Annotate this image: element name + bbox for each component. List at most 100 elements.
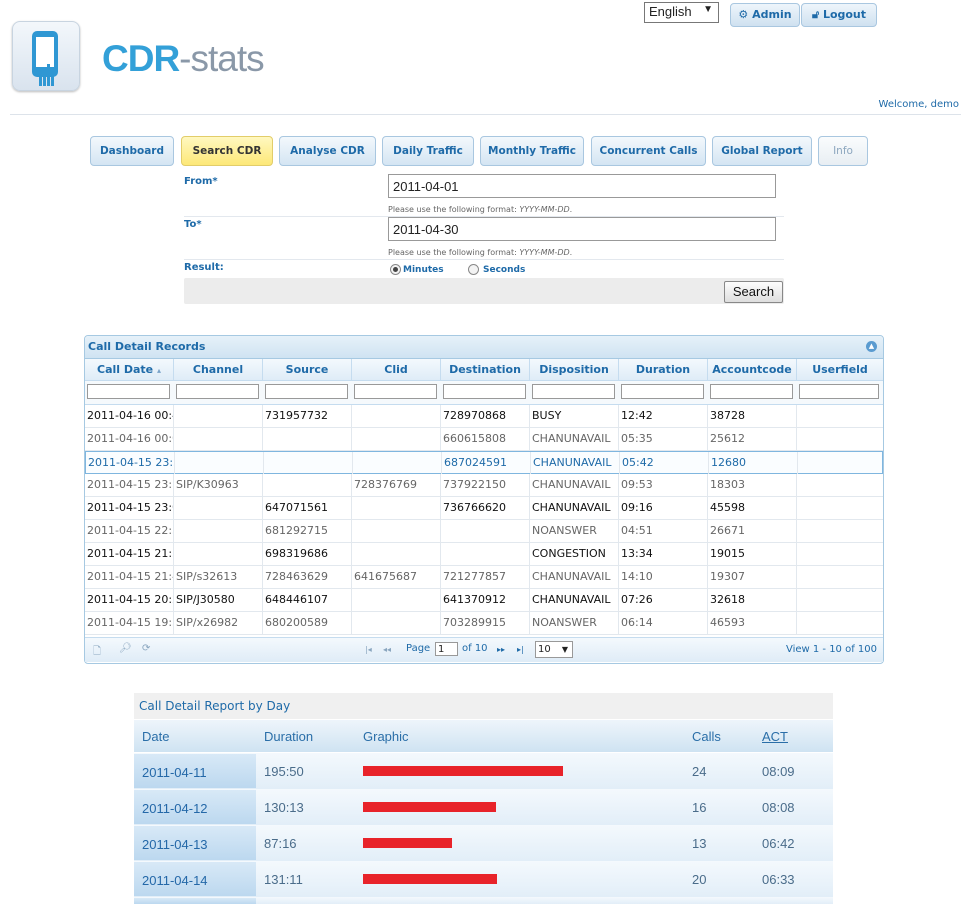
grid-header: Call Date ▴ Channel Source Clid Destinat… bbox=[85, 359, 883, 381]
col-userfield[interactable]: Userfield bbox=[797, 359, 883, 380]
tab-monthly-traffic[interactable]: Monthly Traffic bbox=[480, 136, 584, 166]
form-divider bbox=[184, 259, 784, 260]
cell-channel bbox=[174, 543, 263, 565]
cell-channel bbox=[174, 497, 263, 519]
cell-call-date: 2011-04-16 00:43 bbox=[85, 405, 174, 427]
cell-call-date: 2011-04-16 00:02 bbox=[85, 428, 174, 450]
page-of-label: of 10 bbox=[462, 643, 488, 654]
language-select[interactable]: English ▼ bbox=[644, 2, 719, 23]
report-date-cell bbox=[134, 898, 256, 904]
radio-seconds[interactable] bbox=[468, 264, 479, 275]
from-date-input[interactable]: 2011-04-01 bbox=[388, 174, 776, 198]
table-row[interactable]: 2011-04-15 21:40SIP/s3261372846362964167… bbox=[85, 566, 883, 589]
result-label: Result: bbox=[184, 262, 224, 273]
cell-disposition: NOANSWER bbox=[530, 612, 619, 634]
cell-source: 731957732 bbox=[263, 405, 352, 427]
cell-duration: 09:16 bbox=[619, 497, 708, 519]
col-source[interactable]: Source bbox=[263, 359, 352, 380]
table-row[interactable]: 2011-04-16 00:02 660615808CHANUNAVAIL05:3… bbox=[85, 428, 883, 451]
tab-info[interactable]: Info bbox=[818, 136, 868, 166]
col-accountcode[interactable]: Accountcode bbox=[708, 359, 797, 380]
cell-call-date: 2011-04-15 20:23 bbox=[85, 589, 174, 611]
cell-accountcode: 46593 bbox=[708, 612, 797, 634]
table-row[interactable]: 2011-04-15 23:11SIP/K30963 72837676973792… bbox=[85, 474, 883, 497]
cell-duration: 07:26 bbox=[619, 589, 708, 611]
report-col-date: Date bbox=[142, 729, 170, 744]
report-duration: 87:16 bbox=[264, 836, 297, 851]
tab-concurrent-calls[interactable]: Concurrent Calls bbox=[591, 136, 706, 166]
to-hint: Please use the following format: YYYY-MM… bbox=[388, 248, 573, 257]
cell-accountcode: 45598 bbox=[708, 497, 797, 519]
prev-page-icon[interactable]: ◂◂ bbox=[383, 645, 391, 654]
report-duration: 195:50 bbox=[264, 764, 304, 779]
page-size-select[interactable]: 10 ▼ bbox=[535, 641, 573, 658]
cell-duration: 13:34 bbox=[619, 543, 708, 565]
next-page-icon[interactable]: ▸▸ bbox=[497, 645, 505, 654]
col-duration[interactable]: Duration bbox=[619, 359, 708, 380]
tab-daily-traffic[interactable]: Daily Traffic bbox=[382, 136, 474, 166]
last-page-icon[interactable]: ▸| bbox=[517, 645, 524, 654]
table-row[interactable]: 2011-04-15 23:05 647071561 736766620CHANUN… bbox=[85, 497, 883, 520]
first-page-icon[interactable]: |◂ bbox=[365, 645, 372, 654]
filter-source[interactable] bbox=[265, 384, 348, 399]
filter-clid[interactable] bbox=[354, 384, 437, 399]
logout-button[interactable]: 🔓︎ Logout bbox=[801, 3, 877, 27]
filter-duration[interactable] bbox=[621, 384, 704, 399]
table-row[interactable]: 2011-04-15 23:37 687024591CHANUNAVAIL05:4… bbox=[85, 451, 883, 474]
cell-channel bbox=[175, 452, 264, 474]
cell-duration: 12:42 bbox=[619, 405, 708, 427]
collapse-icon[interactable]: ▲ bbox=[866, 341, 877, 352]
report-date-cell: 2011-04-13 bbox=[134, 826, 256, 860]
radio-minutes[interactable] bbox=[390, 264, 401, 275]
cell-channel: SIP/K30963 bbox=[174, 474, 263, 496]
cell-source bbox=[263, 428, 352, 450]
report-col-calls: Calls bbox=[692, 729, 721, 744]
col-clid[interactable]: Clid bbox=[352, 359, 441, 380]
cell-disposition: BUSY bbox=[530, 405, 619, 427]
col-channel[interactable]: Channel bbox=[174, 359, 263, 380]
filter-userfield[interactable] bbox=[799, 384, 879, 399]
search-bar bbox=[184, 278, 784, 304]
report-duration: 131:11 bbox=[264, 872, 303, 887]
tab-global-report[interactable]: Global Report bbox=[712, 136, 812, 166]
table-row[interactable]: 2011-04-15 22:34 681292715 NOANSWER04:5126… bbox=[85, 520, 883, 543]
cell-disposition: CHANUNAVAIL bbox=[530, 589, 619, 611]
tab-search-cdr[interactable]: Search CDR bbox=[181, 136, 273, 166]
search-icon[interactable]: 🔎︎ bbox=[119, 643, 132, 654]
cell-duration: 06:14 bbox=[619, 612, 708, 634]
cell-disposition: CHANUNAVAIL bbox=[530, 474, 619, 496]
cell-disposition: NOANSWER bbox=[530, 520, 619, 542]
table-row[interactable]: 2011-04-15 21:55 698319686 CONGESTION13:34… bbox=[85, 543, 883, 566]
report-date-cell: 2011-04-12 bbox=[134, 790, 256, 824]
tab-dashboard[interactable]: Dashboard bbox=[90, 136, 174, 166]
tab-analyse-cdr[interactable]: Analyse CDR bbox=[279, 136, 376, 166]
report-col-act[interactable]: ACT bbox=[762, 729, 788, 744]
filter-accountcode[interactable] bbox=[710, 384, 793, 399]
cell-call-date: 2011-04-15 23:11 bbox=[85, 474, 174, 496]
table-row[interactable]: 2011-04-16 00:43 731957732 728970868BUSY12… bbox=[85, 405, 883, 428]
cell-clid bbox=[352, 520, 441, 542]
cell-accountcode: 38728 bbox=[708, 405, 797, 427]
col-disposition[interactable]: Disposition bbox=[530, 359, 619, 380]
cell-userfield bbox=[797, 497, 883, 519]
table-row[interactable]: 2011-04-15 20:23SIP/J30580648446107 64137… bbox=[85, 589, 883, 612]
cell-source bbox=[263, 474, 352, 496]
filter-destination[interactable] bbox=[443, 384, 526, 399]
filter-call-date[interactable] bbox=[87, 384, 170, 399]
file-icon[interactable]: 🗋︎ bbox=[93, 644, 101, 661]
cell-clid bbox=[352, 405, 441, 427]
filter-channel[interactable] bbox=[176, 384, 259, 399]
cell-accountcode: 25612 bbox=[708, 428, 797, 450]
col-call-date[interactable]: Call Date ▴ bbox=[85, 359, 174, 380]
table-row[interactable]: 2011-04-15 19:37SIP/x26982680200589 70328… bbox=[85, 612, 883, 635]
to-date-input[interactable]: 2011-04-30 bbox=[388, 217, 776, 241]
page-input[interactable]: 1 bbox=[435, 642, 458, 656]
col-destination[interactable]: Destination bbox=[441, 359, 530, 380]
refresh-icon[interactable]: ⟳ bbox=[142, 643, 150, 654]
report-date: 2011-04-13 bbox=[142, 837, 208, 852]
cell-duration: 05:42 bbox=[620, 452, 709, 474]
report-date: 2011-04-12 bbox=[142, 801, 208, 816]
admin-button[interactable]: ⚙ Admin bbox=[730, 3, 800, 27]
filter-disposition[interactable] bbox=[532, 384, 615, 399]
search-button[interactable]: Search bbox=[724, 281, 783, 303]
